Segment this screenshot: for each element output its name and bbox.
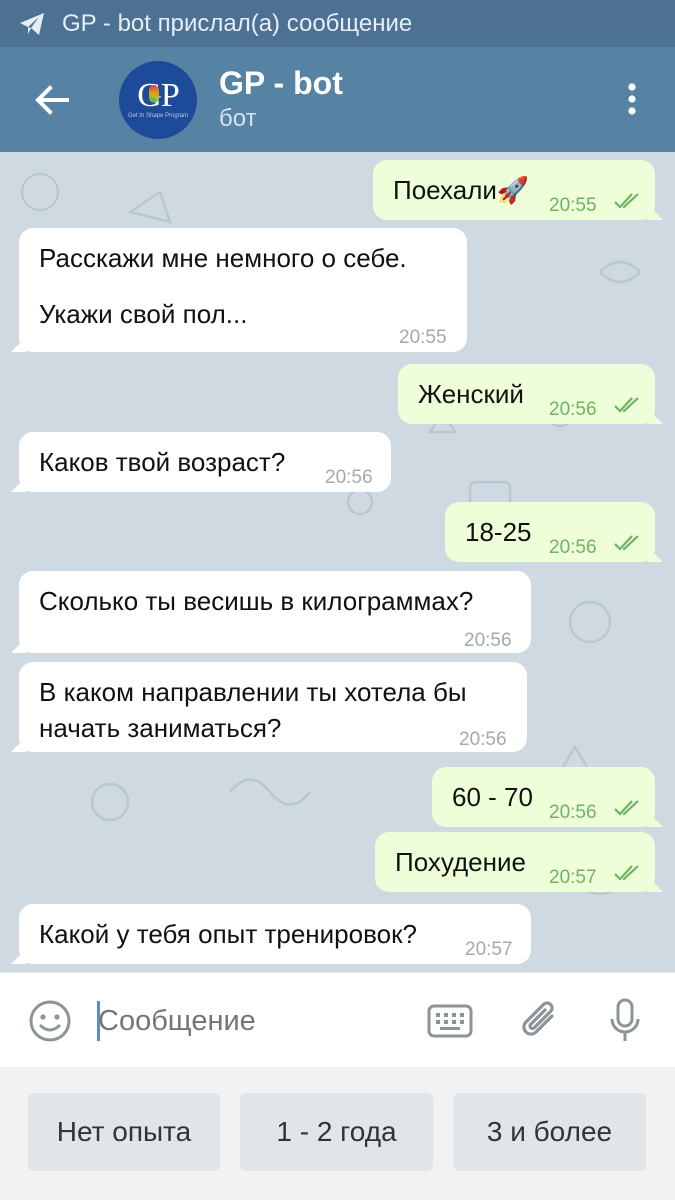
message-time: 20:56 bbox=[549, 399, 597, 420]
more-vertical-icon bbox=[628, 83, 636, 115]
message-time: 20:55 bbox=[399, 327, 447, 348]
microphone-icon[interactable] bbox=[602, 995, 648, 1047]
notification-bar[interactable]: GP - bot прислал(а) сообщение bbox=[0, 0, 675, 47]
message-outgoing[interactable]: Женский 20:56 bbox=[398, 364, 663, 424]
message-outgoing[interactable]: 18-25 20:56 bbox=[445, 502, 663, 562]
message-text: Похудение bbox=[395, 847, 526, 877]
avatar-logo-subtext: Get In Shape Program bbox=[127, 112, 189, 119]
double-check-icon bbox=[614, 397, 639, 413]
message-incoming[interactable]: Расскажи мне немного о себе. Укажи свой … bbox=[11, 228, 467, 352]
message-text-line: Укажи свой пол... bbox=[39, 299, 248, 329]
message-input[interactable] bbox=[98, 1001, 398, 1041]
message-text-line: В каком направлении ты хотела бы bbox=[39, 677, 467, 707]
message-text-line: начать заниматься? bbox=[39, 713, 282, 743]
message-incoming[interactable]: Каков твой возраст? 20:56 bbox=[11, 432, 391, 492]
reply-button-no-experience[interactable]: Нет опыта bbox=[28, 1093, 220, 1171]
chat-header: GP Get In Shape Program GP - bot бот bbox=[0, 47, 675, 152]
message-time: 20:56 bbox=[549, 802, 597, 823]
chat-subtitle: бот bbox=[219, 104, 257, 132]
double-check-icon bbox=[614, 535, 639, 551]
message-time: 20:56 bbox=[549, 537, 597, 558]
more-menu-button[interactable] bbox=[617, 77, 647, 121]
reply-button-3-plus[interactable]: 3 и более bbox=[453, 1093, 646, 1171]
arrow-left-icon bbox=[35, 84, 69, 115]
message-time: 20:57 bbox=[549, 867, 597, 888]
message-outgoing[interactable]: Поехали🚀 20:55 bbox=[373, 160, 663, 220]
message-text: Женский bbox=[418, 379, 524, 409]
message-text: 18-25 bbox=[465, 517, 532, 547]
message-text-line: Расскажи мне немного о себе. bbox=[39, 243, 407, 273]
message-text: Сколько ты весишь в килограммах? bbox=[39, 586, 474, 616]
message-outgoing[interactable]: Похудение 20:57 bbox=[375, 832, 663, 892]
chat-title-block[interactable]: GP - bot бот bbox=[219, 64, 343, 136]
double-check-icon bbox=[614, 865, 639, 881]
double-check-icon bbox=[614, 800, 639, 816]
back-button[interactable] bbox=[22, 70, 82, 130]
message-text: Каков твой возраст? bbox=[39, 447, 286, 477]
message-incoming[interactable]: Какой у тебя опыт тренировок? 20:57 bbox=[11, 904, 531, 964]
message-time: 20:57 bbox=[465, 939, 513, 960]
reply-keyboard: Нет опыта 1 - 2 года 3 и более bbox=[0, 1067, 675, 1200]
double-check-icon bbox=[614, 193, 639, 209]
attach-icon[interactable] bbox=[515, 995, 565, 1047]
telegram-icon bbox=[18, 9, 48, 39]
message-time: 20:56 bbox=[325, 467, 373, 488]
message-outgoing[interactable]: 60 - 70 20:56 bbox=[432, 767, 663, 827]
logo-figure-icon bbox=[149, 84, 159, 103]
message-composer bbox=[0, 972, 675, 1067]
message-incoming[interactable]: Сколько ты весишь в килограммах? 20:56 bbox=[11, 571, 531, 653]
emoji-icon[interactable] bbox=[26, 997, 74, 1045]
message-text: 60 - 70 bbox=[452, 782, 533, 812]
notification-text: GP - bot прислал(а) сообщение bbox=[62, 9, 413, 37]
reply-button-1-2-years[interactable]: 1 - 2 года bbox=[240, 1093, 433, 1171]
message-text: Поехали🚀 bbox=[393, 175, 530, 205]
keyboard-icon[interactable] bbox=[425, 999, 475, 1043]
chat-messages[interactable]: Поехали🚀 20:55 Расскажи мне немного о се… bbox=[0, 152, 675, 972]
chat-title: GP - bot bbox=[219, 64, 343, 101]
message-time: 20:56 bbox=[464, 630, 512, 651]
message-time: 20:56 bbox=[459, 729, 507, 750]
message-text: Какой у тебя опыт тренировок? bbox=[39, 919, 417, 949]
message-incoming[interactable]: В каком направлении ты хотела бы начать … bbox=[11, 662, 527, 752]
message-time: 20:55 bbox=[549, 195, 597, 216]
avatar[interactable]: GP Get In Shape Program bbox=[119, 60, 197, 139]
